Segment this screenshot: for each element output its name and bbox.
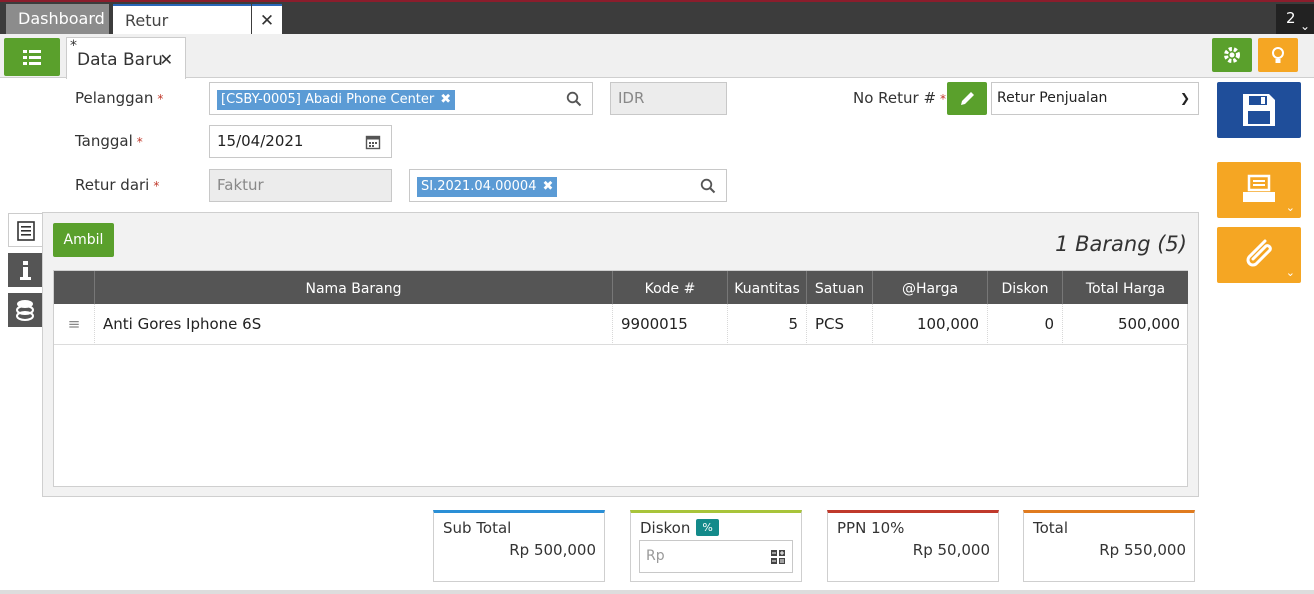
side-tab-payment[interactable] xyxy=(8,293,42,327)
cell-diskon[interactable]: 0 xyxy=(987,304,1062,345)
gear-icon xyxy=(1224,47,1240,63)
list-icon xyxy=(23,50,41,65)
document-toolbar: * Data Baru ✕ xyxy=(0,34,1314,79)
save-button[interactable] xyxy=(1217,82,1301,138)
tanggal-input[interactable]: 15/04/2021 xyxy=(209,125,392,158)
chevron-down-icon: ❯ xyxy=(1179,91,1190,105)
side-tab-items[interactable] xyxy=(8,213,42,247)
side-tab-info[interactable] xyxy=(8,253,42,287)
tanggal-label-text: Tanggal xyxy=(75,132,133,150)
close-icon[interactable]: ✕ xyxy=(160,38,173,82)
pelanggan-chip-label: [CSBY-0005] Abadi Phone Center xyxy=(221,92,435,107)
subtotal-value: Rp 500,000 xyxy=(509,541,596,559)
total-card: Total Rp 550,000 xyxy=(1023,510,1195,582)
retur-type-field: Faktur xyxy=(209,169,392,202)
column-total-harga[interactable]: Total Harga xyxy=(1062,271,1188,304)
faktur-select[interactable]: SI.2021.04.00004 ✖ xyxy=(409,169,727,202)
table-header: Nama Barang Kode # Kuantitas Satuan @Har… xyxy=(54,271,1188,304)
lightbulb-icon xyxy=(1272,47,1284,63)
no-retur-label-text: No Retur # xyxy=(853,89,937,107)
tanggal-value: 15/04/2021 xyxy=(217,132,304,150)
diskon-total-label-text: Diskon xyxy=(640,519,691,537)
diskon-input[interactable]: Rp xyxy=(639,540,793,573)
subtotal-card: Sub Total Rp 500,000 xyxy=(433,510,605,582)
faktur-chip-label: SI.2021.04.00004 xyxy=(421,179,537,194)
ambil-button[interactable]: Ambil xyxy=(53,223,114,257)
print-button[interactable]: ⌄ xyxy=(1217,162,1301,218)
pencil-icon xyxy=(961,92,974,105)
settings-button[interactable] xyxy=(1212,38,1252,72)
required-marker: * xyxy=(940,92,947,106)
ppn-label: PPN 10% xyxy=(837,519,905,537)
faktur-chip: SI.2021.04.00004 ✖ xyxy=(417,177,558,197)
item-summary: 1 Barang (5) xyxy=(1055,232,1187,256)
column-diskon[interactable]: Diskon xyxy=(987,271,1062,304)
diskon-placeholder: Rp xyxy=(646,548,665,564)
cell-total-harga[interactable]: 500,000 xyxy=(1062,304,1188,345)
calculator-icon[interactable] xyxy=(770,549,786,565)
top-tab-bar: Dashboard Retur Penjualan ✕ 2 ⌄ xyxy=(0,0,1314,60)
drag-column-header xyxy=(54,271,94,304)
required-marker: * xyxy=(153,179,160,193)
no-retur-label: No Retur # * xyxy=(853,89,946,107)
save-icon xyxy=(1243,94,1275,126)
tab-data-baru[interactable]: * Data Baru ✕ xyxy=(66,37,186,79)
unsaved-marker: * xyxy=(70,38,77,54)
pelanggan-label-text: Pelanggan xyxy=(75,89,154,107)
diskon-card: Diskon% Rp xyxy=(630,510,802,582)
column-satuan[interactable]: Satuan xyxy=(806,271,872,304)
tips-button[interactable] xyxy=(1258,38,1298,72)
edit-number-button[interactable] xyxy=(947,82,987,115)
list-view-button[interactable] xyxy=(4,38,60,76)
tab-count-dropdown[interactable]: 2 ⌄ xyxy=(1276,4,1314,36)
info-icon xyxy=(20,261,31,280)
chevron-down-icon: ⌄ xyxy=(1285,201,1295,214)
ppn-value: Rp 50,000 xyxy=(912,541,990,559)
retur-dari-label-text: Retur dari xyxy=(75,176,150,194)
required-marker: * xyxy=(157,92,164,106)
cell-kuantitas[interactable]: 5 xyxy=(727,304,806,345)
no-retur-selected: Retur Penjualan xyxy=(997,90,1108,106)
pelanggan-select[interactable]: [CSBY-0005] Abadi Phone Center ✖ xyxy=(209,82,593,115)
coins-icon xyxy=(16,300,34,321)
percent-toggle[interactable]: % xyxy=(696,519,719,536)
tab-count: 2 xyxy=(1286,9,1296,27)
total-value: Rp 550,000 xyxy=(1099,541,1186,559)
chevron-down-icon: ⌄ xyxy=(1285,266,1295,279)
calendar-icon[interactable] xyxy=(365,134,381,150)
ppn-card: PPN 10% Rp 50,000 xyxy=(827,510,999,582)
column-kode[interactable]: Kode # xyxy=(612,271,727,304)
attachment-button[interactable]: ⌄ xyxy=(1217,227,1301,283)
required-marker: * xyxy=(136,135,143,149)
cell-satuan[interactable]: PCS xyxy=(806,304,872,345)
remove-chip-icon[interactable]: ✖ xyxy=(542,179,553,194)
diskon-total-label: Diskon% xyxy=(640,519,719,537)
column-kuantitas[interactable]: Kuantitas xyxy=(727,271,806,304)
search-icon[interactable] xyxy=(700,178,716,194)
close-tab-icon[interactable]: ✕ xyxy=(252,4,282,36)
retur-dari-label: Retur dari * xyxy=(75,176,159,194)
total-label: Total xyxy=(1033,519,1069,537)
column-harga[interactable]: @Harga xyxy=(872,271,987,304)
tab-dashboard[interactable]: Dashboard xyxy=(6,4,109,36)
tab-retur-penjualan[interactable]: Retur Penjualan xyxy=(113,4,251,60)
bottom-border xyxy=(0,590,1314,594)
remove-chip-icon[interactable]: ✖ xyxy=(440,92,451,107)
items-table: Nama Barang Kode # Kuantitas Satuan @Har… xyxy=(53,270,1188,487)
column-nama-barang[interactable]: Nama Barang xyxy=(94,271,612,304)
currency-field: IDR xyxy=(610,82,727,115)
pelanggan-label: Pelanggan * xyxy=(75,89,163,107)
table-row[interactable]: ≡ Anti Gores Iphone 6S 9900015 5 PCS 100… xyxy=(54,304,1188,345)
cell-nama-barang[interactable]: Anti Gores Iphone 6S xyxy=(94,304,612,345)
cell-kode[interactable]: 9900015 xyxy=(612,304,727,345)
search-icon[interactable] xyxy=(566,91,582,107)
document-icon xyxy=(17,221,35,241)
tab-data-baru-label: Data Baru xyxy=(77,50,163,70)
cell-harga[interactable]: 100,000 xyxy=(872,304,987,345)
no-retur-select[interactable]: Retur Penjualan ❯ xyxy=(991,82,1199,115)
tanggal-label: Tanggal * xyxy=(75,132,143,150)
subtotal-label: Sub Total xyxy=(443,519,512,537)
drag-handle-icon[interactable]: ≡ xyxy=(54,304,94,345)
pelanggan-chip: [CSBY-0005] Abadi Phone Center ✖ xyxy=(217,90,456,110)
